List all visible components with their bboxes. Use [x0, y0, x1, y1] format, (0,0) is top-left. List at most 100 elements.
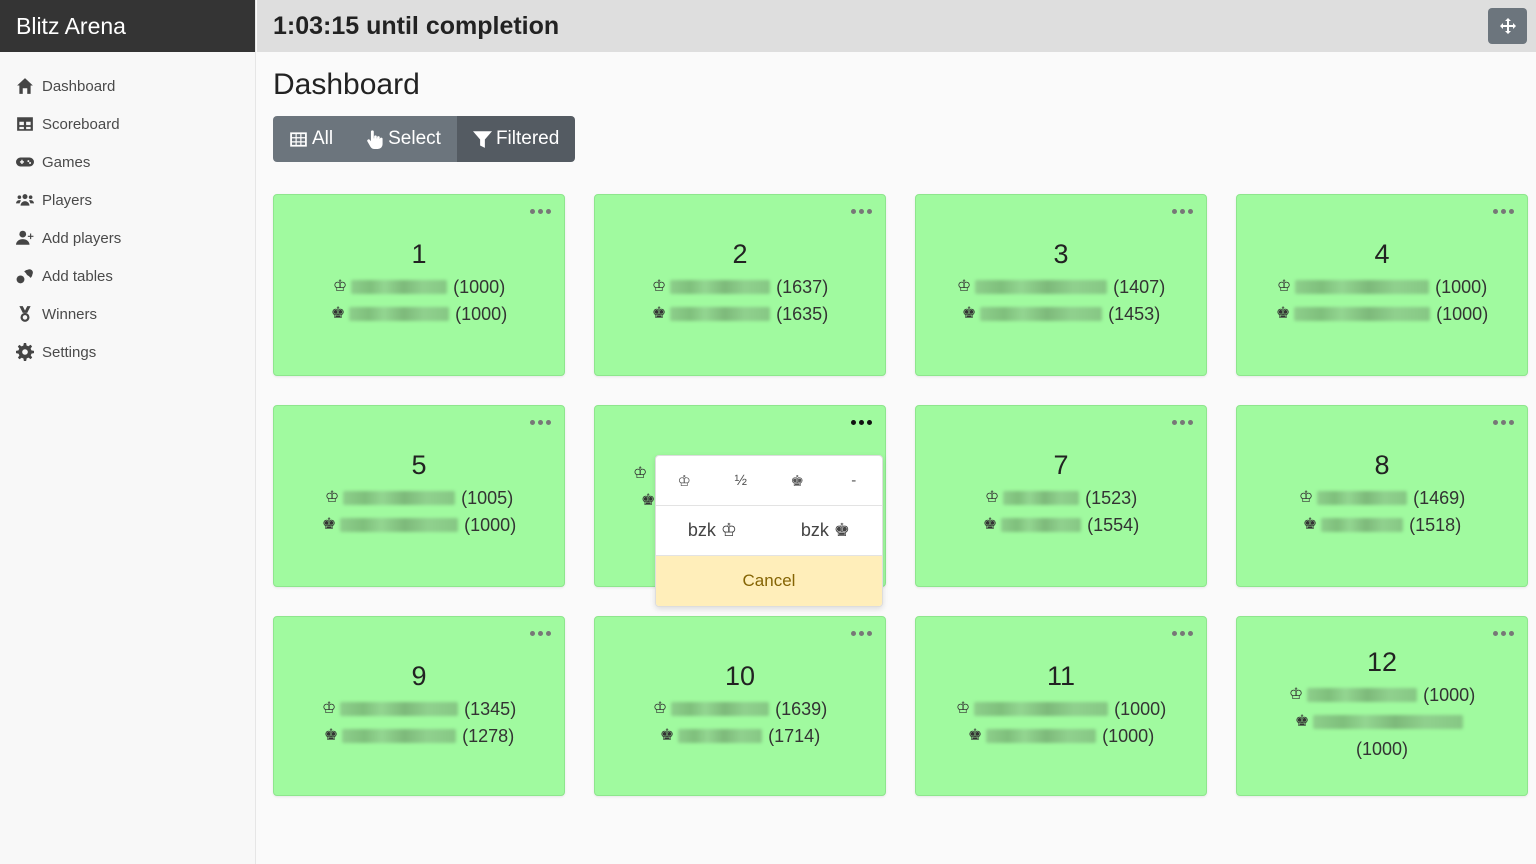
- topbar: 1:03:15 until completion: [257, 0, 1536, 52]
- more-options-icon[interactable]: [1172, 631, 1193, 636]
- main-content: Dashboard All Select Filtered 1 ♔ (1000) …: [257, 52, 1536, 864]
- table-card[interactable]: 8 ♔ (1469) ♚ (1518): [1236, 405, 1528, 587]
- table-card[interactable]: 3 ♔ (1407) ♚ (1453): [915, 194, 1207, 376]
- player-name-blurred: [349, 307, 450, 321]
- white-player: ♔ (1000): [274, 277, 564, 297]
- table-card[interactable]: 4 ♔ (1000) ♚ (1000): [1236, 194, 1528, 376]
- table-number: 10: [724, 661, 756, 691]
- white-king-icon: ♔: [1288, 686, 1304, 703]
- filter-select-button[interactable]: Select: [349, 116, 457, 162]
- black-player: ♚ (1518): [1237, 515, 1527, 535]
- table-card[interactable]: 2 ♔ (1637) ♚ (1635): [594, 194, 886, 376]
- more-options-icon[interactable]: [1493, 209, 1514, 214]
- black-king-icon: ♚: [330, 305, 346, 322]
- sidebar-item-settings[interactable]: Settings: [0, 333, 255, 371]
- table-number: 2: [732, 239, 748, 269]
- sidebar-item-scoreboard[interactable]: Scoreboard: [0, 105, 255, 143]
- filter-all-label: All: [312, 128, 334, 149]
- sidebar-item-winners[interactable]: Winners: [0, 295, 255, 333]
- player-name-blurred: [670, 307, 771, 321]
- white-player: ♔ (1523): [916, 488, 1206, 508]
- white-king-icon: ♔: [984, 489, 1000, 506]
- more-options-icon[interactable]: [851, 209, 872, 214]
- white-king-icon: ♔: [332, 278, 348, 295]
- sidebar-item-games[interactable]: Games: [0, 143, 255, 181]
- more-options-icon[interactable]: [1493, 631, 1514, 636]
- white-rating: (1637): [776, 277, 829, 297]
- more-options-icon[interactable]: [530, 420, 551, 425]
- table-number: 9: [411, 661, 427, 691]
- gamepad-icon: [16, 153, 34, 171]
- arrows-move-icon: [1499, 18, 1516, 34]
- black-player: ♚ (1000): [916, 726, 1206, 746]
- table-card[interactable]: 10 ♔ (1639) ♚ (1714): [594, 616, 886, 796]
- more-options-icon[interactable]: [851, 420, 872, 425]
- view-filter-group: All Select Filtered: [273, 116, 576, 162]
- app-title: Blitz Arena: [0, 0, 255, 52]
- sidebar-item-label: Scoreboard: [42, 115, 120, 133]
- result-options-row: ♔ ½ ♚ -: [656, 456, 882, 506]
- black-king-icon: ♚: [961, 305, 977, 322]
- sidebar-item-add-tables[interactable]: Add tables: [0, 257, 255, 295]
- black-king-icon: ♚: [641, 492, 656, 509]
- move-button[interactable]: [1488, 8, 1527, 44]
- white-king-icon: ♔: [651, 278, 667, 295]
- white-rating: (1639): [775, 699, 828, 719]
- more-options-icon[interactable]: [851, 631, 872, 636]
- table-number: 8: [1374, 450, 1390, 480]
- white-rating: (1000): [1423, 685, 1476, 705]
- table-card[interactable]: 12 ♔ (1000) ♚ (1000): [1236, 616, 1528, 796]
- table-number: 4: [1374, 239, 1390, 269]
- white-rating: (1469): [1413, 488, 1466, 508]
- table-number: 11: [1046, 661, 1076, 691]
- black-wins-option[interactable]: ♚: [769, 472, 826, 490]
- sidebar-item-dashboard[interactable]: Dashboard: [0, 67, 255, 105]
- sidebar-item-label: Winners: [42, 305, 98, 323]
- table-card[interactable]: 9 ♔ (1345) ♚ (1278): [273, 616, 565, 796]
- cancel-button[interactable]: Cancel: [656, 556, 882, 606]
- white-player: ♔ (1407): [916, 277, 1206, 297]
- player-name-blurred: [671, 702, 770, 716]
- table-card[interactable]: 5 ♔ (1005) ♚ (1000): [273, 405, 565, 587]
- forfeit-black-option[interactable]: bzk ♚: [769, 520, 882, 541]
- gear-icon: [16, 343, 34, 361]
- black-rating: (1453): [1108, 304, 1161, 324]
- more-options-icon[interactable]: [1493, 420, 1514, 425]
- white-king-icon: ♔: [633, 465, 648, 482]
- sidebar-item-add-players[interactable]: Add players: [0, 219, 255, 257]
- black-player: ♚ (1635): [595, 304, 885, 324]
- sidebar-item-players[interactable]: Players: [0, 181, 255, 219]
- white-player: ♔ (1469): [1237, 488, 1527, 508]
- filter-filtered-button[interactable]: Filtered: [456, 116, 576, 162]
- black-player: ♚ (1000): [274, 304, 564, 324]
- player-name-blurred: [340, 518, 459, 532]
- more-options-icon[interactable]: [1172, 420, 1193, 425]
- more-options-icon[interactable]: [530, 631, 551, 636]
- table-card[interactable]: 7 ♔ (1523) ♚ (1554): [915, 405, 1207, 587]
- users-icon: [16, 191, 34, 209]
- filter-all-button[interactable]: All: [273, 116, 350, 162]
- black-king-icon: ♚: [323, 727, 339, 744]
- white-wins-option[interactable]: ♔: [656, 472, 713, 490]
- filter-filtered-label: Filtered: [495, 128, 560, 149]
- table-number: 12: [1366, 647, 1398, 677]
- no-result-option[interactable]: -: [826, 472, 883, 489]
- black-player: ♚ (1453): [916, 304, 1206, 324]
- table-number: 3: [1053, 239, 1069, 269]
- more-options-icon[interactable]: [1172, 209, 1193, 214]
- hand-pointer-icon: [367, 129, 383, 149]
- more-options-icon[interactable]: [530, 209, 551, 214]
- draw-option[interactable]: ½: [713, 472, 770, 489]
- player-name-blurred: [1313, 715, 1464, 729]
- player-name-blurred: [980, 307, 1103, 321]
- forfeit-white-option[interactable]: bzk ♔: [656, 520, 769, 541]
- black-king-icon: ♚: [982, 516, 998, 533]
- table-card[interactable]: 1 ♔ (1000) ♚ (1000): [273, 194, 565, 376]
- white-king-icon: ♔: [321, 700, 337, 717]
- table-tennis-icon: [16, 267, 34, 285]
- black-player: ♚ (1000): [1237, 304, 1527, 324]
- filter-select-label: Select: [388, 128, 441, 149]
- black-rating: (1000): [1355, 739, 1409, 759]
- countdown-text: 1:03:15 until completion: [273, 11, 560, 40]
- table-card[interactable]: 11 ♔ (1000) ♚ (1000): [915, 616, 1207, 796]
